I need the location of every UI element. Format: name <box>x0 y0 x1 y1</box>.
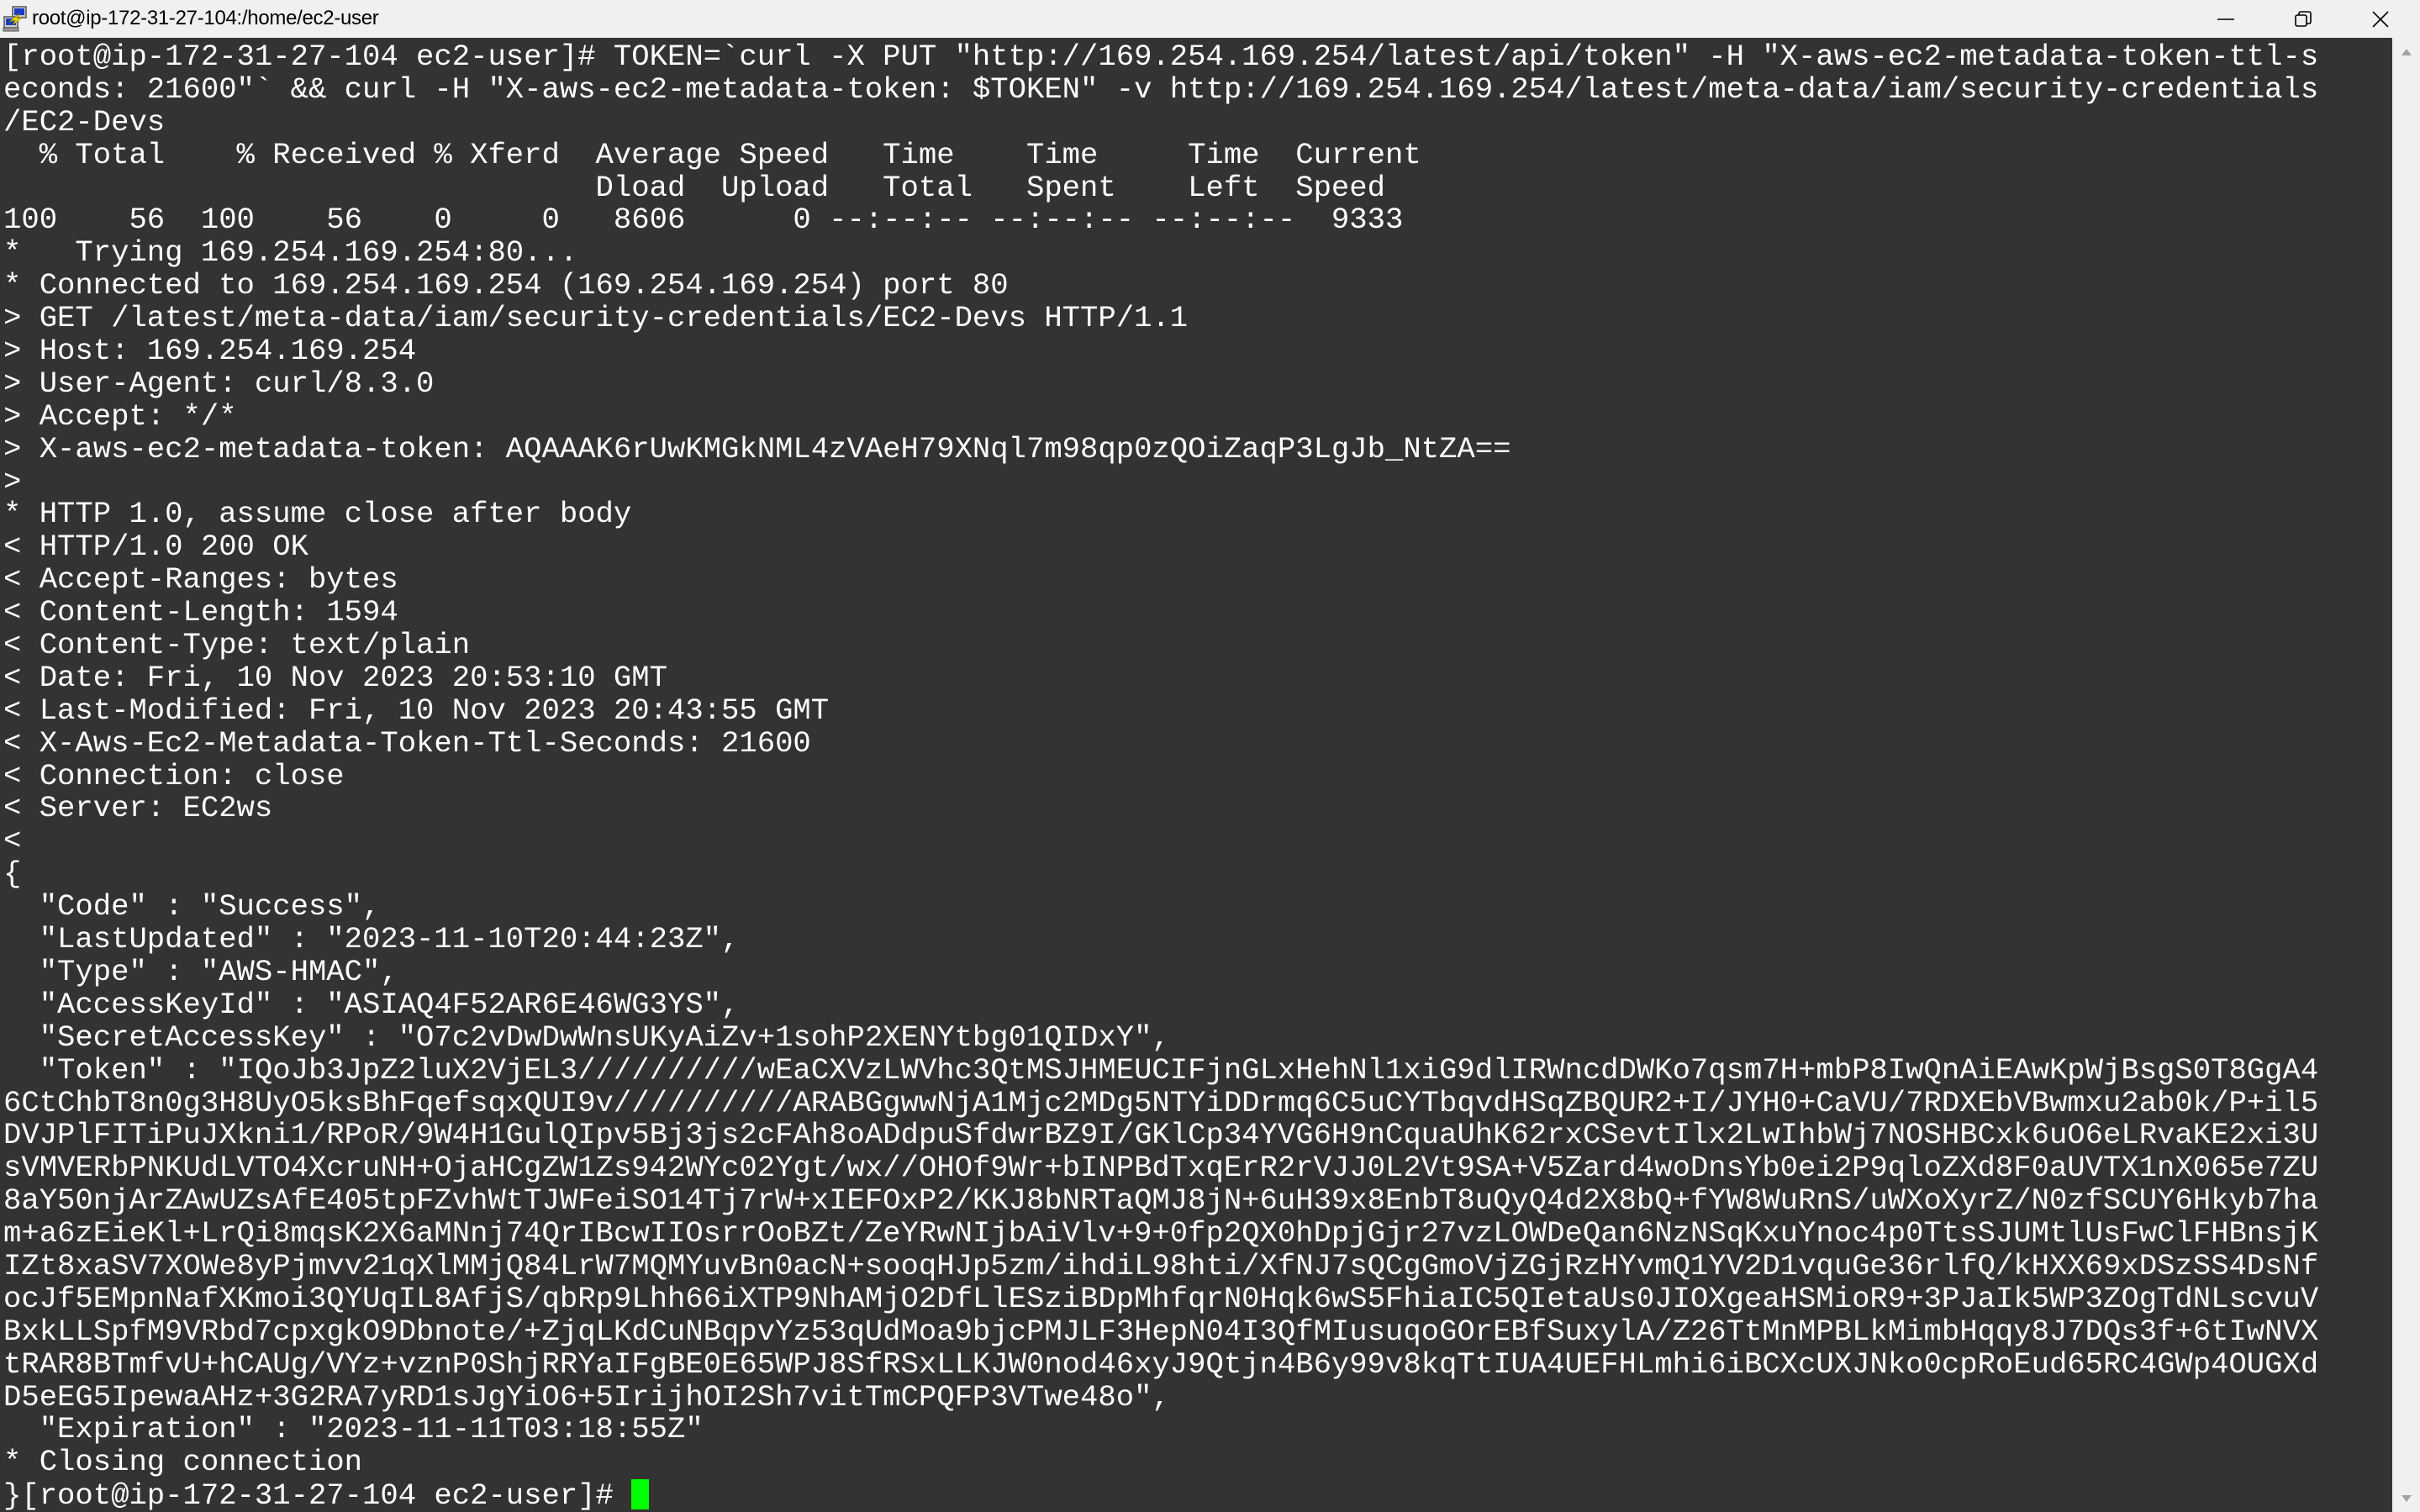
terminal-line: D5eEG5IpewaAHz+3G2RA7yRD1sJgYiO6+5IrijhO… <box>3 1379 1170 1415</box>
shell-prompt-line: }[root@ip-172-31-27-104 ec2-user]# <box>3 1479 2318 1512</box>
terminal-line: > Host: 169.254.169.254 <box>3 334 417 369</box>
title-bar[interactable]: root@ip-172-31-27-104:/home/ec2-user <box>0 0 2420 38</box>
terminal-line: < Connection: close <box>3 758 345 793</box>
terminal-line: > GET /latest/meta-data/iam/security-cre… <box>3 301 1189 336</box>
minimize-button[interactable] <box>2187 0 2264 38</box>
terminal-line: * Connected to 169.254.169.254 (169.254.… <box>3 268 1009 303</box>
terminal-line: econds: 21600"` && curl -H "X-aws-ec2-me… <box>3 71 2319 107</box>
terminal-line: < Content-Type: text/plain <box>3 628 471 663</box>
terminal-line: "Expiration" : "2023-11-11T03:18:55Z" <box>3 1412 704 1447</box>
terminal-line: < <box>3 824 22 859</box>
arrow-up-icon <box>2401 48 2412 55</box>
terminal-line: * HTTP 1.0, assume close after body <box>3 497 632 532</box>
terminal-line: tRAR8BTmfvU+hCAUg/VYz+vznP0ShjRRYaIFgBE0… <box>3 1346 2319 1382</box>
putty-window: root@ip-172-31-27-104:/home/ec2-user [ro… <box>0 0 2420 1512</box>
terminal-line: > Accept: */* <box>3 398 237 434</box>
terminal-line: * Trying 169.254.169.254:80... <box>3 235 578 271</box>
terminal-line: < HTTP/1.0 200 OK <box>3 529 308 565</box>
terminal-line: < Accept-Ranges: bytes <box>3 562 398 598</box>
restore-button[interactable] <box>2264 0 2342 38</box>
terminal-line: 100 56 100 56 0 0 8606 0 --:--:-- --:--:… <box>3 203 1404 238</box>
terminal-line: < Last-Modified: Fri, 10 Nov 2023 20:43:… <box>3 693 830 728</box>
terminal-line: "SecretAccessKey" : "O7c2vDwDwWnsUKyAiZv… <box>3 1019 1170 1055</box>
terminal-line: "Token" : "IQoJb3JpZ2luX2VjEL3//////////… <box>3 1052 2319 1088</box>
vertical-scrollbar[interactable] <box>2392 38 2420 1512</box>
terminal-line: 6CtChbT8n0g3H8UyO5ksBhFqefsqxQUI9v//////… <box>3 1085 2319 1120</box>
terminal-line: sVMVERbPNKUdLVTO4XcruNH+OjaHCgZW1Zs942WY… <box>3 1151 2319 1186</box>
terminal-line: % Total % Received % Xferd Average Speed… <box>3 137 1421 172</box>
close-icon <box>2371 10 2390 29</box>
terminal-line: [root@ip-172-31-27-104 ec2-user]# TOKEN=… <box>3 40 2319 74</box>
terminal-output[interactable]: [root@ip-172-31-27-104 ec2-user]# TOKEN=… <box>0 38 2392 1512</box>
terminal-line: /EC2-Devs <box>3 104 166 140</box>
terminal-line: > X-aws-ec2-metadata-token: AQAAAK6rUwKM… <box>3 431 1511 466</box>
window-title: root@ip-172-31-27-104:/home/ec2-user <box>32 7 379 29</box>
terminal-line: 8aY50njArZAwUZsAfE405tpFZvhWtTJWFeiSO14T… <box>3 1183 2319 1219</box>
scroll-up-button[interactable] <box>2392 38 2420 66</box>
restore-icon <box>2294 10 2312 29</box>
terminal-line: IZt8xaSV7XOWe8yPjmvv21qXlMMjQ84LrW7MQMYu… <box>3 1248 2319 1283</box>
putty-icon[interactable] <box>3 5 29 32</box>
terminal-line: ocJf5EMpnNafXKmoi3QYUqIL8AfjS/qbRp9Lhh66… <box>3 1281 2319 1316</box>
terminal-line: "Code" : "Success", <box>3 889 381 925</box>
terminal-line: > <box>3 464 22 499</box>
scroll-down-button[interactable] <box>2392 1484 2420 1512</box>
minimize-icon <box>2217 10 2235 29</box>
terminal-line: Dload Upload Total Spent Left Speed <box>3 170 1385 205</box>
terminal-line: * Closing connection <box>3 1445 363 1480</box>
terminal-line: "LastUpdated" : "2023-11-10T20:44:23Z", <box>3 922 740 957</box>
terminal-line: < X-Aws-Ec2-Metadata-Token-Ttl-Seconds: … <box>3 725 811 761</box>
terminal-cursor <box>631 1479 650 1510</box>
terminal-line: { <box>3 856 22 892</box>
terminal-line: "Type" : "AWS-HMAC", <box>3 954 398 989</box>
terminal-line: "AccessKeyId" : "ASIAQ4F52AR6E46WG3YS", <box>3 987 740 1022</box>
terminal-line: < Server: EC2ws <box>3 791 273 826</box>
terminal-line: < Date: Fri, 10 Nov 2023 20:53:10 GMT <box>3 660 667 695</box>
terminal-line: DVJPlFITiPuJXkni1/RPoR/9W4H1GulQIpv5Bj3j… <box>3 1118 2319 1153</box>
close-button[interactable] <box>2342 0 2419 38</box>
terminal-text: [root@ip-172-31-27-104 ec2-user]# TOKEN=… <box>3 40 2319 1512</box>
arrow-down-icon <box>2401 1494 2412 1502</box>
terminal-line: < Content-Length: 1594 <box>3 595 398 630</box>
terminal-line: BxkLLSpfM9VRbd7cpxgkO9Dbnote/+ZjqLKdCuNB… <box>3 1314 2319 1349</box>
terminal-line: > User-Agent: curl/8.3.0 <box>3 366 435 401</box>
terminal-line: m+a6zEieKl+LrQi8mqsK2X6aMNnj74QrIBcwIIOs… <box>3 1216 2319 1251</box>
